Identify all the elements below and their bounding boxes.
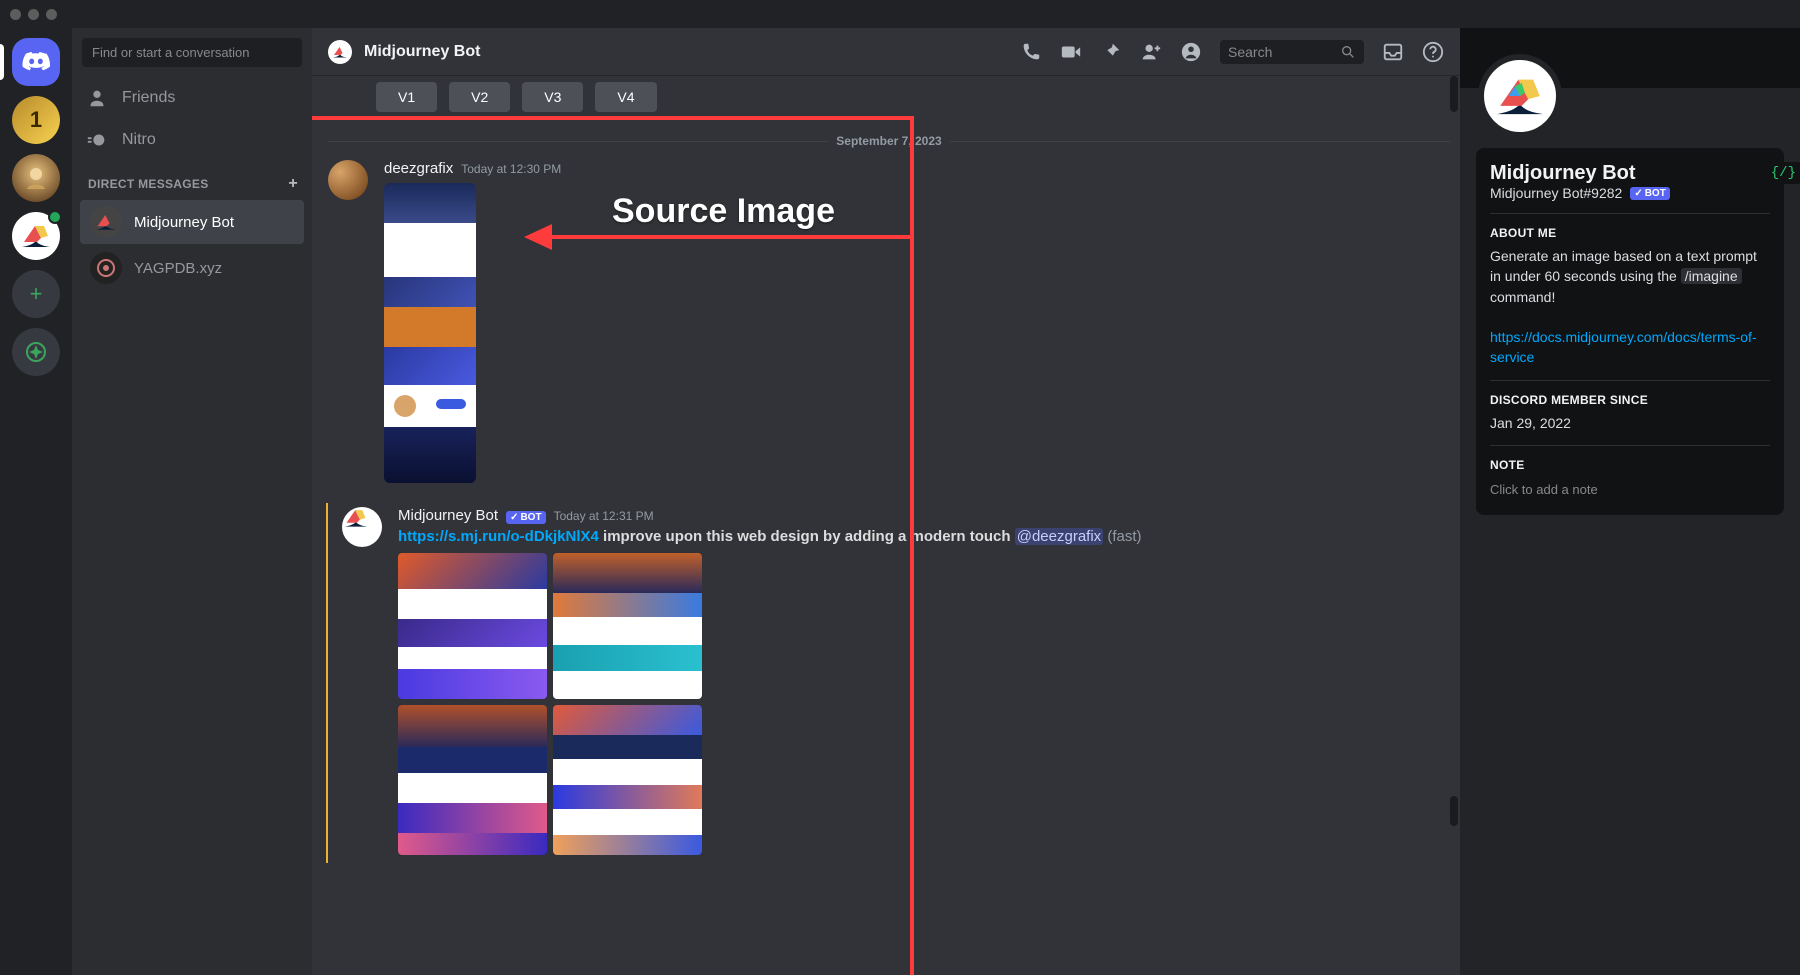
message-timestamp: Today at 12:31 PM	[554, 509, 654, 523]
dm-item-yagpdb[interactable]: YAGPDB.xyz	[80, 246, 304, 290]
header-avatar	[328, 40, 352, 64]
scrollbar-thumb[interactable]	[1450, 76, 1458, 112]
guild-column: 1 +	[0, 28, 72, 975]
message-text: improve upon this web design by adding a…	[599, 528, 1015, 545]
search-input[interactable]: Search	[1220, 40, 1364, 64]
voice-call-icon[interactable]	[1020, 41, 1042, 63]
message-timestamp: Today at 12:30 PM	[461, 162, 561, 176]
bot-tag: ✓ BOT	[1630, 187, 1670, 200]
chat-header-toolbar: Search	[1020, 40, 1444, 64]
dm-sidebar: Find or start a conversation Friends Nit…	[72, 28, 312, 975]
status-online-icon	[48, 210, 62, 224]
date-divider: September 7, 2023	[328, 134, 1450, 148]
dm-header-label: DIRECT MESSAGES	[88, 177, 209, 191]
dm-item-label: Midjourney Bot	[134, 214, 234, 231]
scrollbar-thumb[interactable]	[1450, 796, 1458, 826]
member-since-date: Jan 29, 2022	[1490, 413, 1770, 433]
dm-header: DIRECT MESSAGES +	[72, 161, 312, 199]
slash-command: /imagine	[1681, 268, 1742, 284]
generated-image-grid[interactable]	[398, 553, 702, 855]
dm-item-label: YAGPDB.xyz	[134, 260, 222, 277]
member-since-header: DISCORD MEMBER SINCE	[1490, 393, 1770, 407]
pinned-messages-icon[interactable]	[1100, 41, 1122, 63]
variant-buttons-row: V1 V2 V3 V4	[312, 76, 1450, 126]
dm-item-midjourney[interactable]: Midjourney Bot	[80, 200, 304, 244]
explore-servers-button[interactable]	[12, 328, 60, 376]
window-titlebar	[0, 0, 1800, 28]
add-friends-icon[interactable]	[1140, 41, 1162, 63]
message-suffix: (fast)	[1103, 528, 1141, 545]
video-call-icon[interactable]	[1060, 41, 1082, 63]
create-dm-button[interactable]: +	[288, 175, 298, 193]
profile-card: Midjourney Bot Midjourney Bot#9282 ✓ BOT…	[1476, 148, 1784, 515]
nav-nitro-label: Nitro	[122, 131, 156, 149]
profile-panel: {/} Midjourney Bot Midjourney Bot#9282 ✓…	[1460, 28, 1800, 975]
message-bot: Midjourney Bot ✓ BOT Today at 12:31 PM h…	[326, 503, 1450, 863]
conversation-search-input[interactable]: Find or start a conversation	[82, 38, 302, 67]
nav-friends-label: Friends	[122, 89, 175, 107]
chat-title: Midjourney Bot	[364, 43, 480, 61]
tos-link[interactable]: https://docs.midjourney.com/docs/terms-o…	[1490, 329, 1757, 365]
chat-scrollbar[interactable]	[1450, 76, 1458, 975]
traffic-close-icon[interactable]	[10, 9, 21, 20]
message-avatar[interactable]	[328, 160, 368, 200]
add-server-button[interactable]: +	[12, 270, 60, 318]
dm-avatar	[90, 252, 122, 284]
variant-button-v2[interactable]: V2	[449, 82, 510, 112]
traffic-zoom-icon[interactable]	[46, 9, 57, 20]
traffic-minimize-icon[interactable]	[28, 9, 39, 20]
user-profile-icon[interactable]	[1180, 41, 1202, 63]
date-divider-label: September 7, 2023	[828, 134, 949, 148]
search-icon	[1340, 44, 1356, 60]
note-header: NOTE	[1490, 458, 1770, 472]
message-mention[interactable]: @deezgrafix	[1015, 528, 1103, 545]
variant-button-v3[interactable]: V3	[522, 82, 583, 112]
nav-nitro[interactable]: Nitro	[72, 119, 312, 161]
guild-item-midjourney[interactable]	[12, 212, 60, 260]
dm-avatar	[90, 206, 122, 238]
message-user: deezgrafix Today at 12:30 PM	[312, 156, 1450, 491]
guild-item-2[interactable]	[12, 154, 60, 202]
search-placeholder: Search	[1228, 44, 1272, 60]
inbox-icon[interactable]	[1382, 41, 1404, 63]
guild-item-1[interactable]: 1	[12, 96, 60, 144]
variant-button-v1[interactable]: V1	[376, 82, 437, 112]
message-author[interactable]: Midjourney Bot	[398, 507, 498, 524]
about-me-header: ABOUT ME	[1490, 226, 1770, 240]
about-me-body: Generate an image based on a text prompt…	[1490, 246, 1770, 368]
message-author[interactable]: deezgrafix	[384, 160, 453, 177]
home-button[interactable]	[12, 38, 60, 86]
message-avatar[interactable]	[342, 507, 382, 547]
message-content: https://s.mj.run/o-dDkjkNlX4 improve upo…	[398, 526, 1450, 547]
help-icon[interactable]	[1422, 41, 1444, 63]
note-input[interactable]: Click to add a note	[1490, 478, 1770, 501]
bot-dev-badge: {/}	[1765, 162, 1800, 184]
message-attachment-image[interactable]	[384, 183, 476, 483]
message-link[interactable]: https://s.mj.run/o-dDkjkNlX4	[398, 528, 599, 545]
chat-body: V1 V2 V3 V4 September 7, 2023 deezgrafix…	[312, 76, 1460, 975]
bot-tag: ✓ BOT	[506, 511, 546, 524]
variant-button-v4[interactable]: V4	[595, 82, 656, 112]
chat-header: Midjourney Bot Search	[312, 28, 1460, 76]
profile-avatar[interactable]	[1478, 54, 1562, 138]
profile-name: Midjourney Bot	[1490, 162, 1770, 185]
nav-friends[interactable]: Friends	[72, 77, 312, 119]
profile-tag: Midjourney Bot#9282 ✓ BOT	[1490, 185, 1770, 201]
